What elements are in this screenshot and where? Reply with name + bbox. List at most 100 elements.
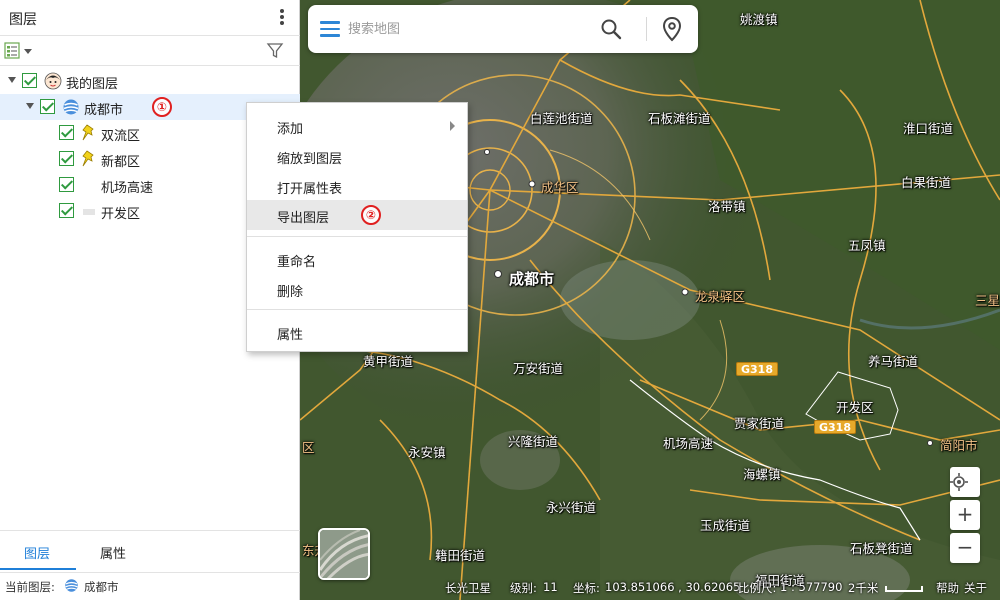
zoom-level-value: 11 [543, 580, 558, 594]
polygon-icon [80, 202, 98, 220]
panel-title: 图层 [9, 12, 37, 28]
menu-item-open-attribute-table[interactable]: 打开属性表 [247, 171, 467, 201]
basemap-switcher[interactable] [318, 528, 370, 580]
map-place-label: 五凤镇 [848, 238, 886, 253]
current-layer-status: 当前图层: 成都市 [0, 572, 300, 600]
tree-label-layer: 开发区 [101, 207, 141, 222]
map-place-label: 万安街道 [513, 361, 564, 376]
menu-item-label: 缩放到图层 [277, 152, 343, 167]
help-link[interactable]: 帮助 [936, 580, 959, 596]
map-place-label: 海螺镇 [743, 467, 781, 482]
map-place-label: 石板凳街道 [850, 541, 913, 556]
coordinate-label: 坐标: [573, 581, 600, 595]
tree-label-layer: 机场高速 [101, 181, 154, 196]
map-place-label: 白莲池街道 [530, 111, 593, 126]
map-place-label: 玉成街道 [700, 518, 751, 533]
root-checkbox[interactable] [22, 73, 37, 88]
active-tab-indicator [0, 568, 76, 570]
menu-item-add[interactable]: 添加 [247, 111, 467, 141]
search-input[interactable] [348, 17, 588, 41]
panel-tabs: 图层 属性 [0, 530, 300, 570]
scale-value: 1 : 577790 [780, 580, 843, 594]
map-place-label: 永兴街道 [546, 500, 597, 515]
submenu-arrow-icon [450, 121, 455, 131]
layer-checkbox[interactable] [59, 151, 74, 166]
map-place-label: 龙泉驿区 [695, 289, 746, 304]
layer-context-menu: 添加 缩放到图层 打开属性表 导出图层 ② 重命名 删除 属性 [246, 102, 468, 352]
map-place-label: 洛带镇 [708, 199, 746, 214]
map-place-label: 机场高速 [663, 436, 714, 451]
menu-separator [247, 236, 467, 237]
zoom-in-button[interactable]: + [950, 500, 980, 530]
search-divider [646, 17, 647, 41]
group-checkbox[interactable] [40, 99, 55, 114]
map-place-label: 成华区 [541, 180, 579, 195]
layer-checkbox[interactable] [59, 125, 74, 140]
menu-icon[interactable] [320, 21, 340, 37]
menu-item-export-layer[interactable]: 导出图层 ② [247, 200, 467, 230]
map-place-label: 石板滩街道 [648, 111, 711, 126]
imagery-source: 长光卫星 [445, 581, 491, 595]
location-pin-icon[interactable] [660, 16, 684, 42]
expand-toggle-icon[interactable] [26, 103, 34, 109]
highway-shield: G318 [736, 362, 778, 376]
zoom-level-label: 级别: [510, 581, 537, 595]
layer-checkbox[interactable] [59, 177, 74, 192]
panel-toolbar [0, 36, 300, 66]
search-icon[interactable] [600, 18, 622, 40]
layer-group-globe-icon [62, 98, 80, 116]
current-layer-name: 成都市 [84, 580, 119, 594]
current-layer-label: 当前图层: [5, 580, 55, 594]
map-place-label: 养马街道 [868, 354, 919, 369]
map-status-bar: 长光卫星 级别: 11 坐标: 103.851066 , 30.62065 比例… [440, 578, 1000, 598]
zoom-out-button[interactable]: − [950, 533, 980, 563]
search-bar [308, 5, 698, 53]
map-place-label: 白果街道 [901, 175, 952, 190]
coordinate-value: 103.851066 , 30.62065 [605, 580, 741, 594]
scale-label: 比例尺: [738, 581, 777, 595]
tab-layers[interactable]: 图层 [24, 543, 50, 562]
scale-bar [885, 586, 923, 592]
pushpin-icon [80, 150, 98, 168]
map-place-label: 籍田街道 [435, 548, 486, 563]
user-avatar-icon [44, 72, 62, 90]
layer-list-view-icon[interactable] [4, 42, 38, 60]
map-place-label: 淮口街道 [903, 121, 954, 136]
map-place-label: 三星 [975, 293, 1000, 308]
tree-label-root: 我的图层 [66, 77, 119, 92]
about-link[interactable]: 关于 [964, 580, 987, 596]
map-place-label: 兴隆街道 [508, 434, 559, 449]
menu-item-rename[interactable]: 重命名 [247, 244, 467, 274]
map-place-label: 黄甲街道 [363, 354, 414, 369]
step-badge-1: ① [152, 97, 172, 117]
menu-item-label: 删除 [277, 285, 304, 300]
tree-label-layer: 双流区 [101, 129, 141, 144]
map-place-label: 贾家街道 [734, 416, 785, 431]
menu-item-label: 属性 [277, 328, 304, 343]
menu-item-properties[interactable]: 属性 [247, 317, 467, 347]
more-options-icon[interactable] [274, 7, 290, 29]
highway-shield: G318 [814, 420, 856, 434]
tab-properties[interactable]: 属性 [100, 543, 126, 562]
panel-header: 图层 [0, 0, 300, 36]
layer-group-globe-icon [64, 578, 79, 597]
menu-item-label: 添加 [277, 122, 304, 137]
tree-label-group: 成都市 [84, 103, 124, 118]
map-place-label: 简阳市 [940, 438, 978, 453]
menu-item-label: 重命名 [277, 255, 317, 270]
my-location-icon[interactable] [950, 467, 980, 497]
menu-item-label: 打开属性表 [277, 182, 343, 197]
tree-label-layer: 新都区 [101, 155, 141, 170]
menu-item-label: 导出图层 [277, 211, 330, 226]
filter-icon[interactable] [266, 42, 284, 60]
map-place-label: 永安镇 [408, 445, 446, 460]
layer-checkbox[interactable] [59, 203, 74, 218]
menu-item-delete[interactable]: 删除 [247, 274, 467, 304]
tree-row-root[interactable]: 我的图层 [0, 68, 300, 94]
menu-item-zoom-to-layer[interactable]: 缩放到图层 [247, 141, 467, 171]
pushpin-icon [80, 124, 98, 142]
map-place-label: 成都市 [509, 270, 555, 288]
expand-toggle-icon[interactable] [8, 77, 16, 83]
step-badge-2: ② [361, 205, 381, 225]
scale-bar-label: 2千米 [848, 581, 879, 595]
